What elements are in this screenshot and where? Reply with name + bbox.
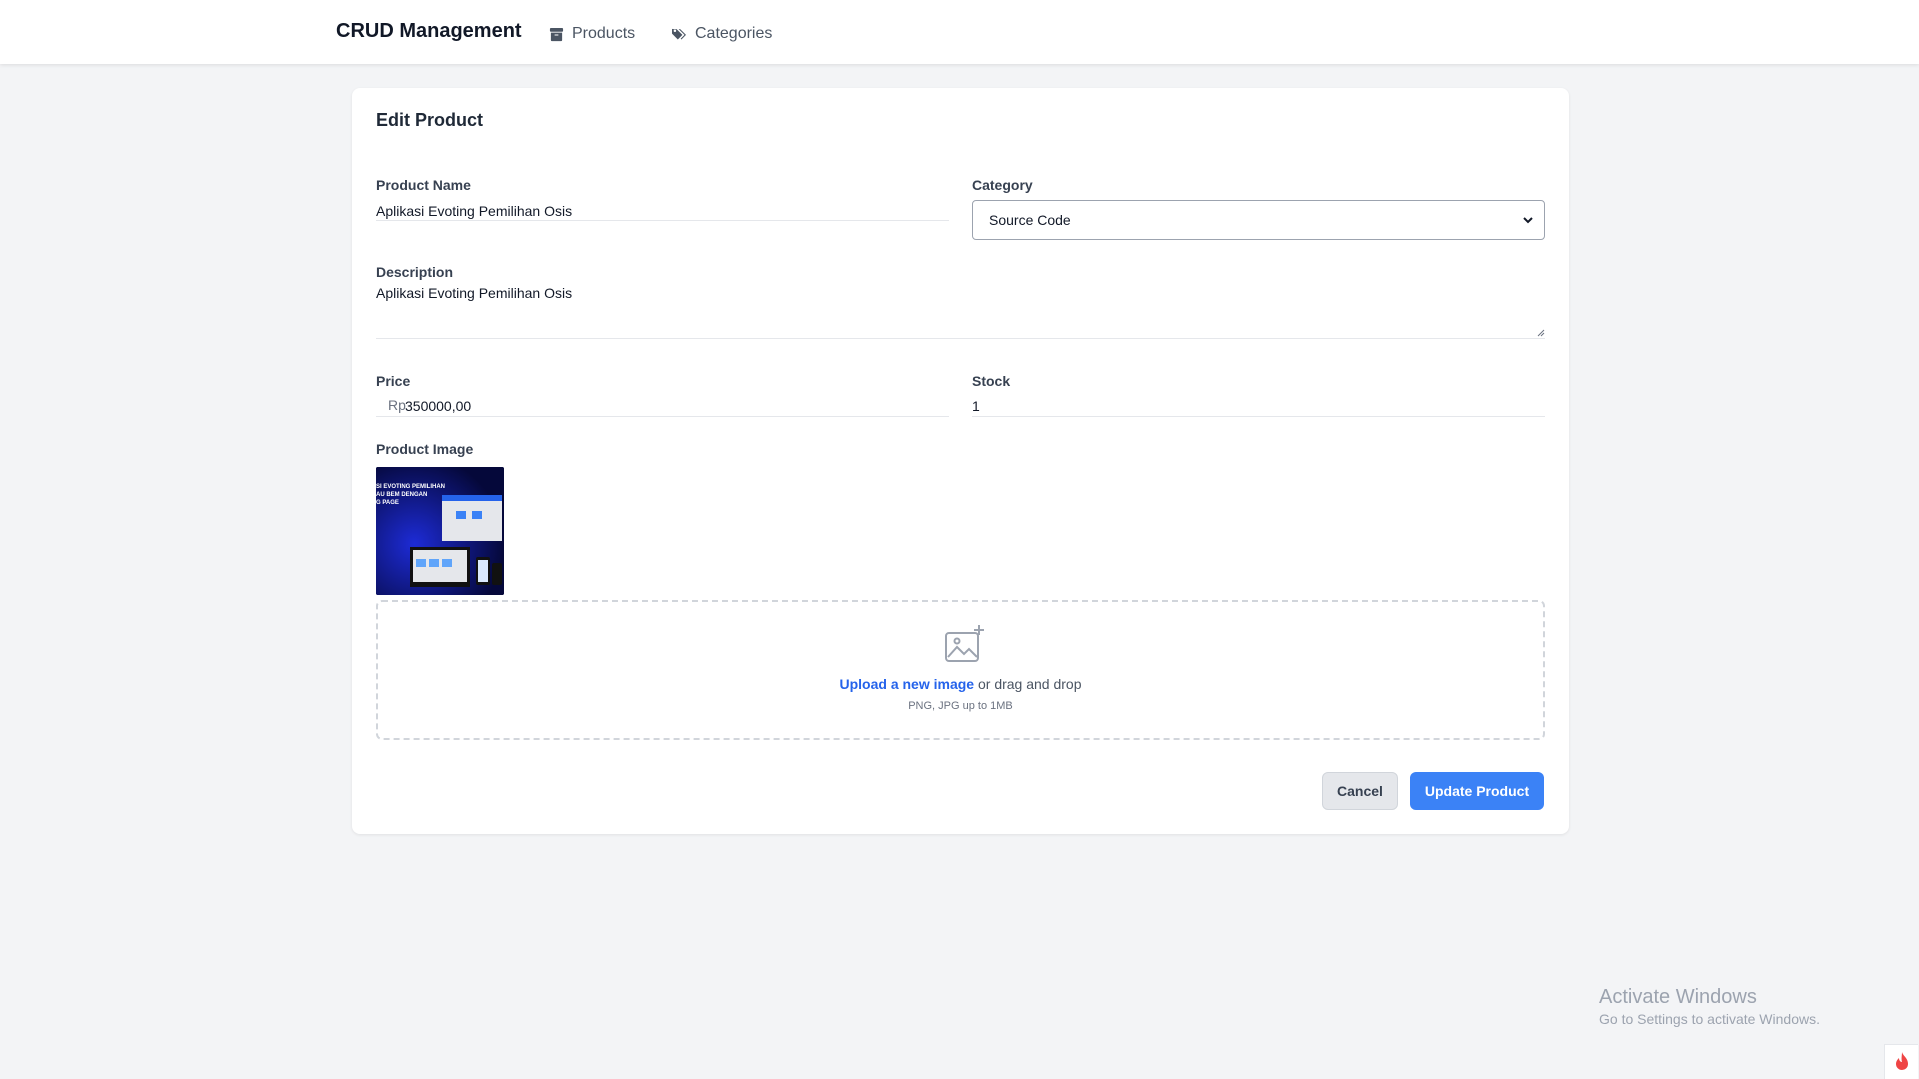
flame-icon-button[interactable] — [1884, 1044, 1918, 1079]
product-name-underline — [376, 220, 949, 221]
image-dropzone[interactable]: Upload a new image or drag and drop PNG,… — [376, 600, 1545, 740]
upload-hint: PNG, JPG up to 1MB — [908, 700, 1013, 712]
top-navbar: CRUD Management Products Categories — [0, 0, 1919, 64]
description-label: Description — [376, 264, 454, 280]
stock-underline — [972, 416, 1545, 417]
edit-product-card: Edit Product Product Name Category Sourc… — [352, 88, 1569, 834]
activate-windows-title: Activate Windows — [1599, 986, 1757, 1008]
brand-title[interactable]: CRUD Management — [336, 20, 522, 43]
form-title: Edit Product — [376, 110, 483, 130]
thumbnail-caption: SI EVOTING PEMILIHAN AU BEM DENGAN G PAG… — [376, 484, 446, 506]
nav-categories-link[interactable]: Categories — [672, 24, 772, 44]
upload-instructions: Upload a new image or drag and drop — [378, 676, 1543, 692]
upload-link[interactable]: Upload a new image — [840, 676, 975, 692]
description-value: Aplikasi Evoting Pemilihan Osis — [376, 285, 573, 301]
description-textarea[interactable]: Aplikasi Evoting Pemilihan Osis — [376, 285, 1545, 339]
resize-handle-icon[interactable] — [1537, 329, 1545, 337]
image-add-icon — [945, 625, 984, 662]
nav-products-label: Products — [572, 25, 636, 42]
price-underline — [376, 416, 949, 417]
chevron-down-icon — [1523, 217, 1533, 224]
stock-label: Stock — [972, 373, 1011, 389]
price-label: Price — [376, 373, 411, 389]
flame-icon — [1895, 1052, 1908, 1070]
activate-windows-subtitle: Go to Settings to activate Windows. — [1599, 1011, 1820, 1027]
category-label: Category — [972, 177, 1033, 193]
category-selected-value: Source Code — [989, 212, 1071, 228]
nav-products-link[interactable]: Products — [549, 24, 635, 44]
product-image-thumbnail: SI EVOTING PEMILIHAN AU BEM DENGAN G PAG… — [376, 467, 504, 595]
nav-categories-label: Categories — [695, 25, 773, 42]
price-input[interactable] — [405, 396, 945, 416]
upload-rest-text: or drag and drop — [974, 676, 1082, 692]
price-currency-prefix: Rp — [388, 397, 406, 413]
cancel-button[interactable]: Cancel — [1322, 772, 1398, 810]
stock-input[interactable] — [972, 396, 1545, 416]
product-name-label: Product Name — [376, 177, 471, 193]
box-icon — [549, 27, 564, 41]
update-product-button[interactable]: Update Product — [1410, 772, 1544, 810]
product-image-label: Product Image — [376, 441, 474, 457]
product-name-input[interactable] — [376, 201, 949, 221]
category-select[interactable]: Source Code — [972, 200, 1545, 240]
tags-icon — [672, 28, 686, 39]
